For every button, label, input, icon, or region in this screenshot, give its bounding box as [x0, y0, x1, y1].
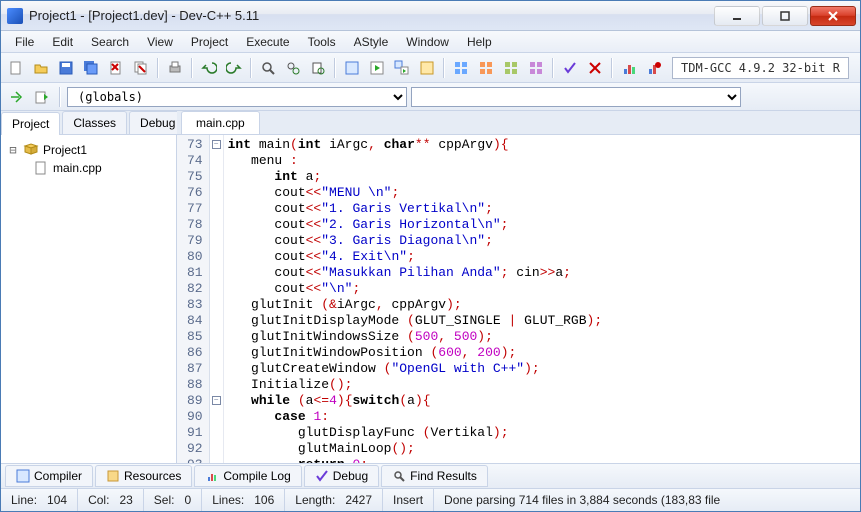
menu-edit[interactable]: Edit: [44, 33, 81, 51]
new-file-icon[interactable]: [5, 57, 27, 79]
tree-root[interactable]: ⊟ Project1: [5, 141, 172, 159]
tab-compile-log[interactable]: Compile Log: [194, 465, 301, 487]
grid3-icon[interactable]: [500, 57, 522, 79]
menu-help[interactable]: Help: [459, 33, 500, 51]
undo-icon[interactable]: [198, 57, 220, 79]
tree-root-label: Project1: [43, 143, 87, 157]
debug-check-icon[interactable]: [559, 57, 581, 79]
scope-toolbar: (globals): [1, 83, 860, 111]
menu-astyle[interactable]: AStyle: [346, 33, 397, 51]
close-button[interactable]: [810, 6, 856, 26]
print-icon[interactable]: [164, 57, 186, 79]
editor-tab[interactable]: main.cpp: [181, 111, 260, 134]
menu-tools[interactable]: Tools: [300, 33, 344, 51]
open-icon[interactable]: [30, 57, 52, 79]
menu-project[interactable]: Project: [183, 33, 236, 51]
bottom-tabs: Compiler Resources Compile Log Debug Fin…: [1, 463, 860, 489]
line-gutter: 7374757677787980818283848586878889909192…: [177, 135, 210, 463]
close-all-icon[interactable]: [130, 57, 152, 79]
member-selector[interactable]: [411, 87, 741, 107]
resources-icon: [106, 469, 120, 483]
goto-back-icon[interactable]: [31, 86, 53, 108]
menu-file[interactable]: File: [7, 33, 42, 51]
grid1-icon[interactable]: [450, 57, 472, 79]
window-title: Project1 - [Project1.dev] - Dev-C++ 5.11: [29, 8, 712, 23]
minimize-button[interactable]: [714, 6, 760, 26]
statusbar: Line: 104 Col: 23 Sel: 0 Lines: 106 Leng…: [1, 489, 860, 511]
rebuild-icon[interactable]: [416, 57, 438, 79]
find-icon[interactable]: [257, 57, 279, 79]
compile-icon[interactable]: [341, 57, 363, 79]
compile-log-icon: [205, 469, 219, 483]
menu-execute[interactable]: Execute: [238, 33, 297, 51]
code-editor[interactable]: 7374757677787980818283848586878889909192…: [177, 135, 860, 463]
main-area: Project Classes Debug ⊟ Project1 main.cp…: [1, 111, 860, 463]
profile-icon[interactable]: [618, 57, 640, 79]
compile-run-icon[interactable]: [391, 57, 413, 79]
debug-stop-icon[interactable]: [584, 57, 606, 79]
save-icon[interactable]: [55, 57, 77, 79]
fold-column: − −: [210, 135, 224, 463]
tab-find-results[interactable]: Find Results: [381, 465, 488, 487]
tab-debug[interactable]: Debug: [304, 465, 379, 487]
status-sel: Sel: 0: [144, 489, 202, 511]
grid2-icon[interactable]: [475, 57, 497, 79]
status-length: Length: 2427: [285, 489, 383, 511]
project-tree: ⊟ Project1 main.cpp: [1, 135, 176, 183]
maximize-button[interactable]: [762, 6, 808, 26]
tree-collapse-icon[interactable]: ⊟: [7, 143, 19, 157]
side-panel: Project Classes Debug ⊟ Project1 main.cp…: [1, 111, 177, 463]
source-text[interactable]: int main(int iArgc, char** cppArgv){ men…: [224, 135, 860, 463]
file-icon: [33, 160, 49, 176]
status-col: Col: 23: [78, 489, 144, 511]
redo-icon[interactable]: [223, 57, 245, 79]
close-file-icon[interactable]: [105, 57, 127, 79]
find-results-icon: [392, 469, 406, 483]
tab-resources[interactable]: Resources: [95, 465, 192, 487]
grid4-icon[interactable]: [525, 57, 547, 79]
status-mode: Insert: [383, 489, 434, 511]
save-all-icon[interactable]: [80, 57, 102, 79]
menu-window[interactable]: Window: [398, 33, 457, 51]
tree-file-label: main.cpp: [53, 161, 102, 175]
editor-area: main.cpp 7374757677787980818283848586878…: [177, 111, 860, 463]
status-line: Line: 104: [1, 489, 78, 511]
compiler-label: TDM-GCC 4.9.2 32-bit R: [681, 61, 840, 75]
menu-view[interactable]: View: [139, 33, 181, 51]
delete-profile-icon[interactable]: [643, 57, 665, 79]
compiler-selector[interactable]: TDM-GCC 4.9.2 32-bit R: [672, 57, 849, 79]
menubar: File Edit Search View Project Execute To…: [1, 31, 860, 53]
menu-search[interactable]: Search: [83, 33, 137, 51]
find-in-files-icon[interactable]: [307, 57, 329, 79]
scope-selector[interactable]: (globals): [67, 87, 407, 107]
status-lines: Lines: 106: [202, 489, 285, 511]
tab-compiler[interactable]: Compiler: [5, 465, 93, 487]
side-tab-classes[interactable]: Classes: [62, 111, 127, 134]
debug-tab-icon: [315, 469, 329, 483]
goto-func-icon[interactable]: [5, 86, 27, 108]
status-message: Done parsing 714 files in 3,884 seconds …: [434, 489, 860, 511]
replace-icon[interactable]: [282, 57, 304, 79]
main-toolbar: TDM-GCC 4.9.2 32-bit R: [1, 53, 860, 83]
titlebar: Project1 - [Project1.dev] - Dev-C++ 5.11: [1, 1, 860, 31]
tree-file[interactable]: main.cpp: [5, 159, 172, 177]
app-icon: [7, 8, 23, 24]
project-icon: [23, 142, 39, 158]
side-tab-project[interactable]: Project: [1, 112, 60, 135]
compiler-tab-icon: [16, 469, 30, 483]
run-icon[interactable]: [366, 57, 388, 79]
